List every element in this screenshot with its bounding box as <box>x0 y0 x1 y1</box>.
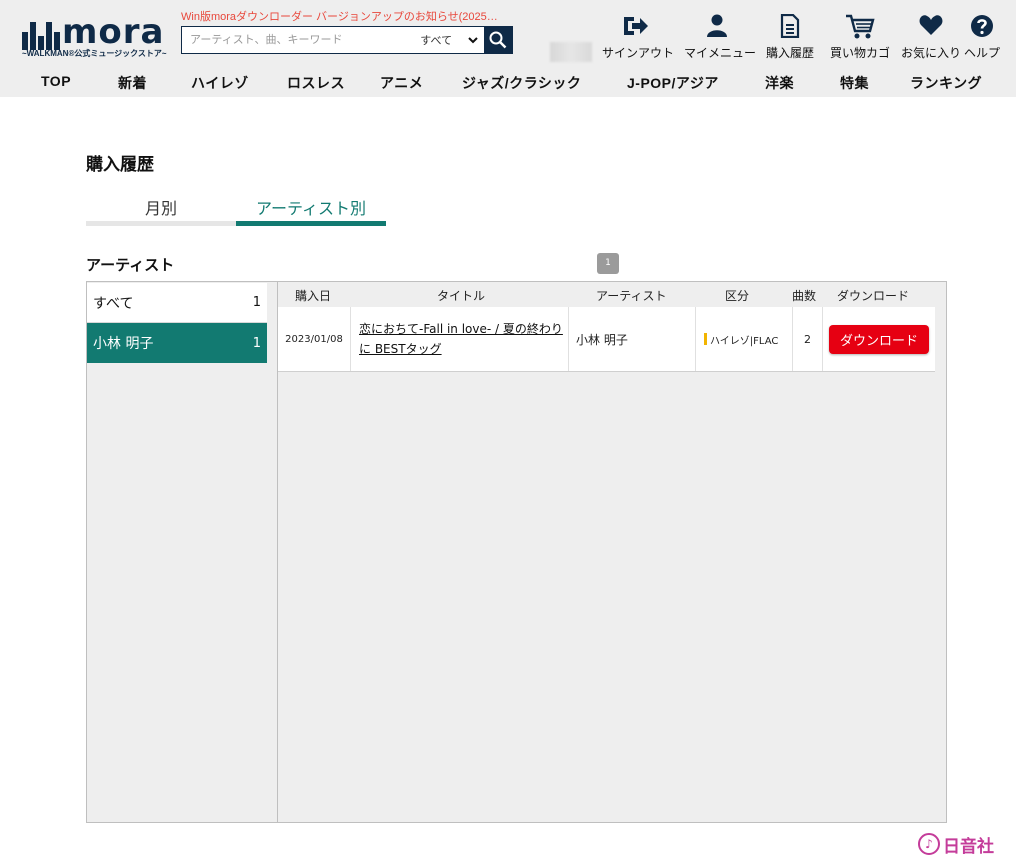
search-scope-select[interactable]: すべて <box>408 27 484 53</box>
cat-jazz-classic[interactable]: ジャズ/クラシック <box>462 73 581 93</box>
site-badge: ♪ 日音社 <box>918 830 994 858</box>
favorites-label: お気に入り <box>900 46 961 60</box>
cat-features[interactable]: 特集 <box>840 73 869 93</box>
row-track-count: 2 <box>793 307 823 371</box>
artist-sidebar: すべて 1 小林 明子 1 <box>87 282 278 822</box>
my-menu-link[interactable]: マイメニュー <box>684 14 757 61</box>
sign-out-icon <box>624 17 648 35</box>
music-note-icon: ♪ <box>918 833 940 855</box>
cat-ranking[interactable]: ランキング <box>910 73 982 93</box>
purchase-history-link[interactable]: 購入履歴 <box>763 14 817 61</box>
cat-hires[interactable]: ハイレゾ <box>191 73 249 93</box>
category-nav: TOP 新着 ハイレゾ ロスレス アニメ ジャズ/クラシック J-POP/アジア… <box>0 68 1016 96</box>
row-download-cell: ダウンロード <box>823 307 935 371</box>
help-icon <box>971 15 993 37</box>
row-title-cell: 恋におちて-Fall in love- / 夏の終わりに BESTタッグ <box>351 307 569 371</box>
artist-filter-label: すべて <box>93 295 134 312</box>
pagination-page-1[interactable]: 1 <box>597 253 619 274</box>
artist-list-heading: アーティスト <box>86 256 175 274</box>
user-icon <box>707 14 727 37</box>
favorites-link[interactable]: お気に入り <box>900 14 962 61</box>
row-title-link[interactable]: 恋におちて-Fall in love- / 夏の終わりに BESTタッグ <box>359 319 568 359</box>
artist-filter-kobayashi-akiko[interactable]: 小林 明子 1 <box>87 323 267 363</box>
heart-icon <box>919 15 943 35</box>
cat-lossless[interactable]: ロスレス <box>287 73 345 93</box>
artist-filter-count: 1 <box>252 295 261 310</box>
table-row: 2023/01/08 恋におちて-Fall in love- / 夏の終わりに … <box>278 307 935 372</box>
page-title: 購入履歴 <box>86 155 154 175</box>
cat-western[interactable]: 洋楽 <box>765 73 794 93</box>
cat-anime[interactable]: アニメ <box>380 73 423 93</box>
my-menu-label: マイメニュー <box>684 46 757 60</box>
cart-label: 買い物カゴ <box>830 46 891 60</box>
col-kind: 区分 <box>725 289 750 303</box>
cart-link[interactable]: 買い物カゴ <box>830 14 890 61</box>
artist-filter-label: 小林 明子 <box>93 336 154 352</box>
history-tabs: 月別 アーティスト別 <box>86 195 386 227</box>
row-kind-cell: ハイレゾ|FLAC <box>696 307 793 371</box>
tab-by-artist[interactable]: アーティスト別 <box>236 195 386 226</box>
user-name-blurred <box>550 42 592 62</box>
chevron-down-icon <box>468 36 478 43</box>
search-input[interactable] <box>182 27 409 53</box>
artist-filter-all[interactable]: すべて 1 <box>87 283 267 323</box>
cart-icon <box>846 14 875 39</box>
search-icon <box>489 31 507 49</box>
purchase-history-label: 購入履歴 <box>765 46 814 60</box>
col-artist: アーティスト <box>596 289 667 303</box>
sign-out-label: サインアウト <box>602 46 675 60</box>
cat-jpop-asia[interactable]: J-POP/アジア <box>627 73 719 93</box>
row-kind: ハイレゾ|FLAC <box>710 335 779 347</box>
mora-logo[interactable]: mora ~WALKMAN®公式ミュージックストア~ <box>22 12 167 60</box>
download-button[interactable]: ダウンロード <box>829 324 929 354</box>
search-scope-value: すべて <box>420 34 453 47</box>
search-button[interactable] <box>484 27 512 53</box>
row-artist: 小林 明子 <box>569 307 696 371</box>
badge-text: 日音社 <box>943 836 994 857</box>
tab-monthly[interactable]: 月別 <box>86 195 236 226</box>
hires-marker-icon <box>704 333 707 345</box>
site-header: mora ~WALKMAN®公式ミュージックストア~ Win版moraダウンロー… <box>0 0 1016 97</box>
row-purchase-date: 2023/01/08 <box>278 307 351 371</box>
col-download: ダウンロード <box>837 289 910 303</box>
artist-filter-count: 1 <box>252 335 261 351</box>
logo-mark-icon <box>22 16 60 50</box>
col-track-count: 曲数 <box>792 289 817 303</box>
cat-new[interactable]: 新着 <box>118 73 147 93</box>
logo-wordmark: mora <box>62 12 165 52</box>
help-label: ヘルプ <box>964 46 1001 60</box>
help-link[interactable]: ヘルプ <box>964 14 1000 61</box>
search-bar: すべて <box>181 26 513 54</box>
table-header: 購入日 タイトル アーティスト 区分 曲数 ダウンロード <box>277 287 935 307</box>
news-ticker-link[interactable]: Win版moraダウンローダー バージョンアップのお知らせ(2025… <box>181 8 498 24</box>
logo-subtitle: ~WALKMAN®公式ミュージックストア~ <box>22 49 167 58</box>
col-purchase-date: 購入日 <box>295 289 332 303</box>
sign-out-link[interactable]: サインアウト <box>602 14 675 61</box>
cat-top[interactable]: TOP <box>41 73 71 89</box>
document-icon <box>780 14 800 38</box>
col-title: タイトル <box>437 289 486 303</box>
